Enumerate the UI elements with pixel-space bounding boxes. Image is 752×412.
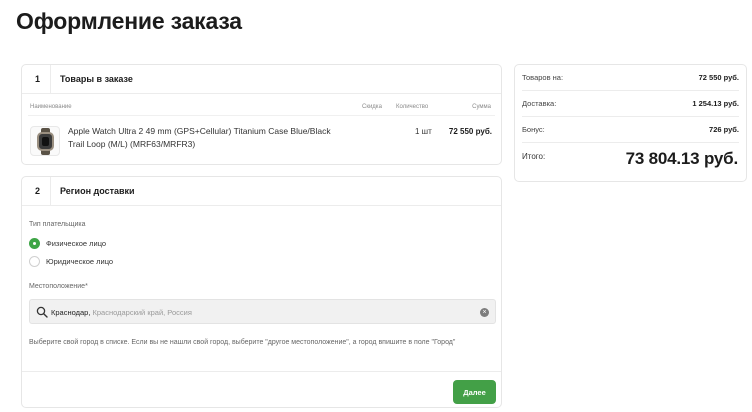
radio-legal-entity[interactable] bbox=[29, 256, 40, 267]
summary-row-bonus: Бонус: 726 руб. bbox=[522, 117, 739, 143]
summary-row-items: Товаров на: 72 550 руб. bbox=[522, 65, 739, 91]
radio-legal-entity-label[interactable]: Юридическое лицо bbox=[46, 257, 113, 266]
location-value: Краснодар, Краснодарский край, Россия bbox=[51, 308, 192, 317]
watch-body-shape bbox=[37, 132, 54, 151]
watch-screen-shape bbox=[42, 137, 49, 146]
step-number: 2 bbox=[35, 186, 41, 196]
section-title: Товары в заказе bbox=[60, 74, 133, 84]
clear-icon[interactable]: × bbox=[480, 308, 489, 317]
radio-individual[interactable] bbox=[29, 238, 40, 249]
summary-value: 726 руб. bbox=[709, 125, 739, 134]
delivery-region-card: 2 Регион доставки Тип плательщика Физиче… bbox=[21, 176, 502, 408]
next-button[interactable]: Далее bbox=[453, 380, 496, 404]
header-divider bbox=[50, 65, 51, 94]
product-quantity: 1 шт bbox=[415, 127, 432, 136]
summary-label: Бонус: bbox=[522, 125, 545, 134]
summary-label: Доставка: bbox=[522, 99, 557, 108]
page-title: Оформление заказа bbox=[16, 8, 242, 34]
product-image[interactable] bbox=[30, 126, 60, 156]
summary-label: Товаров на: bbox=[522, 73, 564, 82]
column-header-quantity: Количество bbox=[396, 104, 429, 110]
total-label: Итого: bbox=[522, 152, 546, 161]
table-divider bbox=[28, 115, 495, 116]
column-header-sum: Сумма bbox=[472, 104, 491, 110]
total-value: 73 804.13 руб. bbox=[625, 149, 739, 168]
radio-individual-label[interactable]: Физическое лицо bbox=[46, 239, 106, 248]
delivery-region-header: 2 Регион доставки bbox=[22, 177, 501, 206]
column-header-name: Наименование bbox=[30, 104, 72, 110]
product-sum: 72 550 руб. bbox=[448, 127, 492, 136]
section-title: Регион доставки bbox=[60, 186, 135, 196]
location-value-city: Краснодар, bbox=[51, 308, 91, 317]
step-number: 1 bbox=[35, 74, 41, 84]
footer-divider bbox=[22, 371, 501, 372]
product-name[interactable]: Apple Watch Ultra 2 49 mm (GPS+Cellular)… bbox=[68, 125, 348, 151]
order-items-card: 1 Товары в заказе Наименование Скидка Ко… bbox=[21, 64, 502, 165]
order-items-header: 1 Товары в заказе bbox=[22, 65, 501, 94]
payer-type-label: Тип плательщика bbox=[29, 221, 86, 228]
order-summary-card: Товаров на: 72 550 руб. Доставка: 1 254.… bbox=[514, 64, 747, 182]
location-value-region: Краснодарский край, Россия bbox=[90, 308, 192, 317]
header-divider bbox=[50, 177, 51, 206]
location-hint: Выберите свой город в списке. Если вы не… bbox=[29, 339, 456, 346]
summary-row-delivery: Доставка: 1 254.13 руб. bbox=[522, 91, 739, 117]
location-label: Местоположение* bbox=[29, 283, 88, 290]
location-search-input[interactable]: Краснодар, Краснодарский край, Россия × bbox=[29, 299, 496, 324]
column-header-discount: Скидка bbox=[362, 104, 382, 110]
summary-value: 1 254.13 руб. bbox=[692, 99, 739, 108]
summary-value: 72 550 руб. bbox=[698, 73, 739, 82]
search-icon bbox=[36, 306, 48, 318]
